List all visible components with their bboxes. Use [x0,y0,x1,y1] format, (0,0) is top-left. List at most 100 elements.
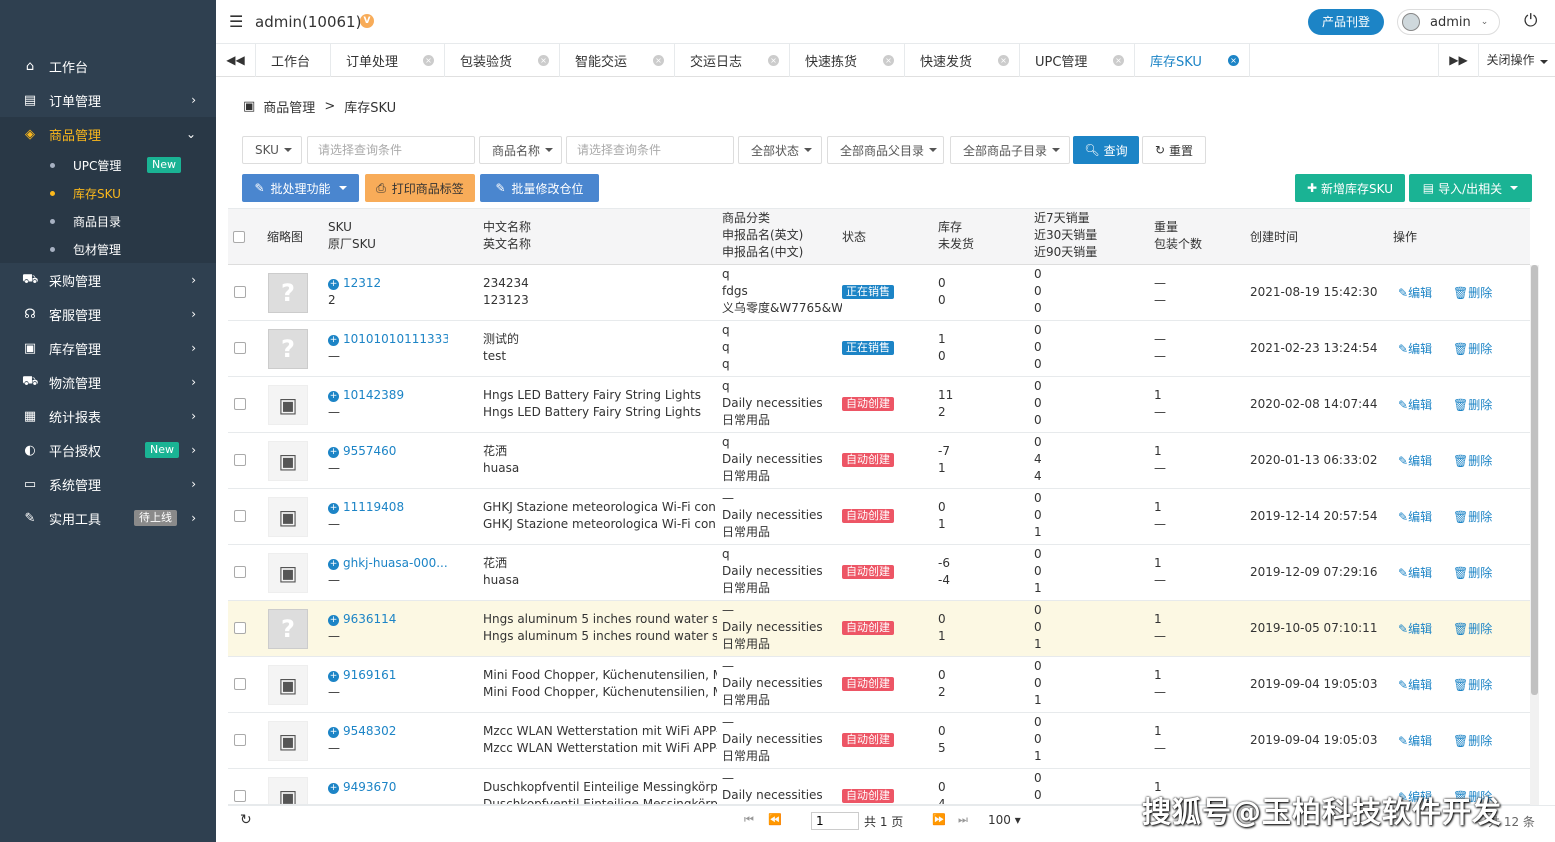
expand-icon[interactable]: + [328,559,339,570]
sidebar-item-products[interactable]: ◈ 商品管理 ⌄ [0,117,216,151]
name-search-input[interactable] [566,136,734,164]
table-row[interactable]: ? +10101010111333— 测试的 test q q q 正在销售 1 0 0 0 0— —20… [228,321,1530,377]
sku-link[interactable]: 9636114 [343,612,396,626]
tab-7[interactable]: UPC管理 × [1020,44,1135,77]
expand-icon[interactable]: + [328,671,339,682]
table-row[interactable]: ▣ +9548302— Mzcc WLAN Wetterstation mit Wi… [228,713,1530,769]
tab-1[interactable]: 订单处理 × [331,44,445,77]
sku-link[interactable]: 9548302 [343,724,396,738]
table-row[interactable]: ? +9636114— Hngs aluminum 5 inches round w… [228,601,1530,657]
last-page-icon[interactable]: ⏭ [958,813,968,827]
add-sku-button[interactable]: ✚ 新增库存SKU [1295,174,1405,202]
close-tabs-menu[interactable]: 关闭操作 [1478,44,1555,77]
sku-link[interactable]: 10101010111333 [343,332,448,346]
close-icon[interactable]: × [653,55,664,66]
sku-link[interactable]: 12312 [343,276,381,290]
delete-button[interactable]: 🗑︎删除 [1453,284,1492,301]
close-icon[interactable]: × [883,55,894,66]
tab-4[interactable]: 交运日志 × [675,44,790,77]
sidebar-item-tools[interactable]: ✎ 实用工具 待上线 › [0,501,216,535]
row-checkbox[interactable] [234,510,246,522]
expand-icon[interactable]: + [328,335,339,346]
sidebar-item-home[interactable]: ⌂ 工作台 [0,49,216,83]
delete-button[interactable]: 🗑︎删除 [1453,620,1492,637]
tab-scroll-left-icon[interactable]: ◀◀ [216,44,256,77]
prev-page-icon[interactable]: ⏪ [768,813,782,826]
delete-button[interactable]: 🗑︎删除 [1453,396,1492,413]
sidebar-item-system[interactable]: ▭ 系统管理 › [0,467,216,501]
expand-icon[interactable]: + [328,727,339,738]
reset-button[interactable]: ↻ 重置 [1142,136,1206,164]
product-publish-button[interactable]: 产品刊登 [1308,9,1384,35]
delete-button[interactable]: 🗑︎删除 [1453,452,1492,469]
product-thumbnail[interactable]: ▣ [268,497,308,537]
tab-8[interactable]: 库存SKU × [1135,44,1250,77]
sku-search-input[interactable] [307,136,475,164]
sku-link[interactable]: 11119408 [343,500,404,514]
sku-link[interactable]: 10142389 [343,388,404,402]
row-checkbox[interactable] [234,286,246,298]
table-row[interactable]: ▣ +9169161— Mini Food Chopper, Küchenutens… [228,657,1530,713]
row-checkbox[interactable] [234,790,246,802]
close-icon[interactable]: × [1228,55,1239,66]
product-thumbnail-placeholder[interactable]: ? [268,273,308,313]
import-export-button[interactable]: ▤ 导入/出相关 [1409,174,1532,202]
page-number-input[interactable] [811,812,859,830]
tab-6[interactable]: 快速发货 × [905,44,1020,77]
delete-button[interactable]: 🗑︎删除 [1453,508,1492,525]
product-thumbnail-placeholder[interactable]: ? [268,609,308,649]
sidebar-item-purchase[interactable]: ⛟ 采购管理 › [0,263,216,297]
edit-button[interactable]: ✎编辑 [1398,284,1432,301]
expand-icon[interactable]: + [328,391,339,402]
edit-button[interactable]: ✎编辑 [1398,564,1432,581]
sidebar-item-reports[interactable]: ▦ 统计报表 › [0,399,216,433]
power-icon[interactable]: ⏻ [1524,11,1537,31]
sidebar-subitem-packaging[interactable]: 包材管理 [0,235,216,263]
next-page-icon[interactable]: ⏩ [932,813,946,826]
product-thumbnail[interactable]: ▣ [268,777,308,804]
product-thumbnail[interactable]: ▣ [268,553,308,593]
table-row[interactable]: ▣ +10142389— Hngs LED Battery Fairy String… [228,377,1530,433]
close-icon[interactable]: × [768,55,779,66]
parent-category-select[interactable]: 全部商品父目录 [827,136,944,164]
sidebar-item-service[interactable]: ☊ 客服管理 › [0,297,216,331]
sidebar-subitem-upc[interactable]: UPC管理 New [0,151,216,179]
edit-button[interactable]: ✎编辑 [1398,620,1432,637]
row-checkbox[interactable] [234,566,246,578]
table-row[interactable]: ▣ + ghkj-huasa-000... — 花洒 huasa q Daily necess… [228,545,1530,601]
table-row[interactable]: ▣ +9557460— 花洒 huasa q Daily necessities 日常用品自… [228,433,1530,489]
breadcrumb-root[interactable]: 商品管理 [263,97,315,116]
edit-button[interactable]: ✎编辑 [1398,732,1432,749]
row-checkbox[interactable] [234,454,246,466]
page-size-select[interactable]: 100 ▾ [988,813,1021,827]
tab-5[interactable]: 快速拣货 × [790,44,905,77]
close-icon[interactable]: × [423,55,434,66]
child-category-select[interactable]: 全部商品子目录 [950,136,1070,164]
expand-icon[interactable]: + [328,279,339,290]
sidebar-subitem-catalog[interactable]: 商品目录 [0,207,216,235]
delete-button[interactable]: 🗑︎删除 [1453,732,1492,749]
row-checkbox[interactable] [234,678,246,690]
product-thumbnail[interactable]: ▣ [268,441,308,481]
row-checkbox[interactable] [234,342,246,354]
sku-link[interactable]: 9493670 [343,780,396,794]
first-page-icon[interactable]: ⏮ [744,813,754,827]
table-scrollbar[interactable] [1530,265,1539,805]
table-row[interactable]: ? +12312 2 234234 123123 q fdgs 义乌零度&W7765&W 正在销… [228,265,1530,321]
row-checkbox[interactable] [234,398,246,410]
edit-button[interactable]: ✎编辑 [1398,452,1432,469]
expand-icon[interactable]: + [328,503,339,514]
edit-button[interactable]: ✎编辑 [1398,508,1432,525]
product-thumbnail[interactable]: ▣ [268,385,308,425]
batch-location-button[interactable]: ✎ 批量修改仓位 [480,174,599,202]
product-thumbnail[interactable]: ▣ [268,721,308,761]
tab-0[interactable]: 工作台 [256,44,331,77]
product-thumbnail[interactable]: ▣ [268,665,308,705]
menu-toggle-icon[interactable]: ☰ [229,12,243,31]
delete-button[interactable]: 🗑︎删除 [1453,340,1492,357]
name-field-select[interactable]: 商品名称 [479,136,562,164]
sidebar-item-platform[interactable]: ◐ 平台授权 New › [0,433,216,467]
select-all-checkbox[interactable] [233,231,245,243]
table-row[interactable]: ▣ +11119408— GHKJ Stazione meteorologica W… [228,489,1530,545]
sku-field-select[interactable]: SKU [242,136,302,164]
